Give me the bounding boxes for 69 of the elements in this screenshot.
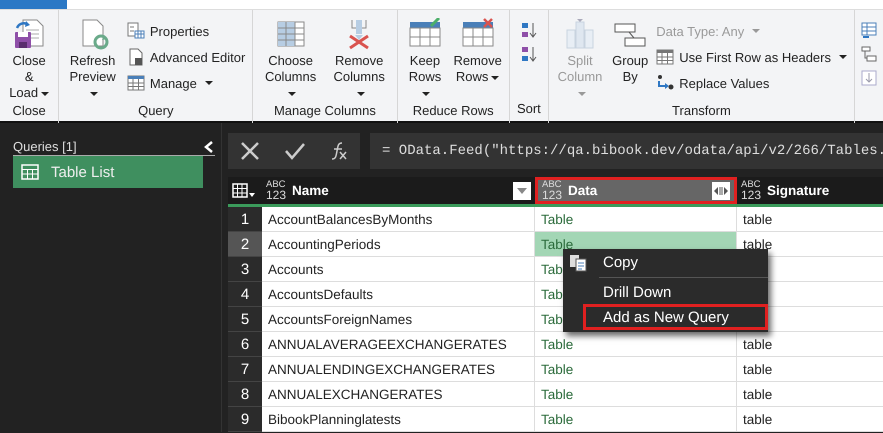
- ribbon-button[interactable]: Choose Columns: [258, 18, 323, 101]
- filter-button[interactable]: [513, 182, 531, 200]
- type-label: ABC 123: [741, 180, 762, 201]
- table-cell: Accounts: [262, 257, 535, 282]
- panel-title: Queries [1]: [13, 139, 77, 154]
- table-cell: AccountingPeriods: [262, 232, 535, 257]
- table-icon[interactable]: [861, 22, 877, 38]
- collapse-icon[interactable]: [203, 140, 215, 154]
- table-cell[interactable]: Table: [535, 332, 737, 357]
- ribbon-button[interactable]: Advanced Editor: [124, 46, 248, 68]
- table-cell: AccountBalancesByMonths: [262, 207, 535, 232]
- table-cell[interactable]: Table: [535, 382, 737, 407]
- table-cell: table: [737, 332, 883, 357]
- ribbon-button[interactable]: Remove Rows: [451, 18, 504, 101]
- expand-icon: [713, 184, 729, 196]
- row-number: 7: [228, 357, 262, 382]
- row-number: 2: [228, 232, 262, 257]
- group-label: Manage Columns: [272, 102, 377, 120]
- table-cell: ANNUALAVERAGEEXCHANGERATES: [262, 332, 535, 357]
- menu-item[interactable]: Drill Down: [563, 281, 768, 304]
- row-number: 3: [228, 257, 262, 282]
- group-label: Sort: [516, 100, 542, 118]
- table-cell: ANNUALENDINGEXCHANGERATES: [262, 357, 535, 382]
- ribbon-button[interactable]: Keep Rows: [402, 18, 448, 101]
- table-cell: BibookPlanninglatests: [262, 407, 535, 432]
- type-label: ABC 123: [266, 180, 286, 201]
- ribbon-button[interactable]: Refresh Preview: [64, 18, 121, 101]
- group-label: Reduce Rows: [412, 102, 495, 120]
- row-number: 6: [228, 332, 262, 357]
- table-cell: table: [737, 232, 883, 257]
- ribbon-button[interactable]: Properties: [124, 20, 248, 42]
- menu-item[interactable]: Add as New Query: [583, 304, 768, 330]
- group-label: Transform: [671, 102, 732, 120]
- table-cell: table: [737, 382, 883, 407]
- ribbon-button[interactable]: Remove Columns: [326, 18, 392, 101]
- hierarchy-icon[interactable]: [861, 46, 877, 62]
- ribbon-button[interactable]: Close & Load: [5, 18, 54, 101]
- row-number: 1: [228, 207, 262, 232]
- row-number: 8: [228, 382, 262, 407]
- formula-field[interactable]: = OData.Feed("https://qa.bibook.dev/odata/api/v2/266/Tables.: [370, 133, 883, 169]
- ribbon-button[interactable]: Replace Values: [654, 72, 849, 94]
- group-label: Query: [137, 102, 174, 120]
- table-cell: table: [737, 207, 883, 232]
- table-icon: [21, 164, 39, 180]
- sort-ascending-icon[interactable]: [520, 22, 537, 38]
- expand-button[interactable]: [712, 182, 730, 200]
- table-cell[interactable]: Table: [535, 407, 737, 432]
- close-icon[interactable]: [239, 140, 262, 162]
- row-number: 5: [228, 307, 262, 332]
- row-number: 4: [228, 282, 262, 307]
- table-cell: table: [737, 407, 883, 432]
- download-icon[interactable]: [861, 70, 877, 86]
- ribbon-button[interactable]: Use First Row as Headers: [654, 46, 849, 68]
- table-cell: table: [737, 357, 883, 382]
- table-cell[interactable]: Table: [535, 357, 737, 382]
- table-cell[interactable]: Table: [535, 207, 737, 232]
- type-label: ABC 123: [542, 180, 562, 201]
- table-cell: ANNUALEXCHANGERATES: [262, 382, 535, 407]
- save-icon: [13, 18, 46, 50]
- table-cell: AccountsForeignNames: [262, 307, 535, 332]
- ribbon-button[interactable]: Group By: [610, 18, 650, 101]
- table-menu-icon[interactable]: [232, 182, 256, 198]
- group-label: Close: [12, 102, 47, 120]
- sort-descending-icon[interactable]: [520, 46, 537, 62]
- row-number: 9: [228, 407, 262, 432]
- caret-icon: [517, 188, 527, 194]
- table-cell: AccountsDefaults: [262, 282, 535, 307]
- split-column-icon: [564, 18, 596, 50]
- ribbon-button[interactable]: Manage: [124, 72, 248, 94]
